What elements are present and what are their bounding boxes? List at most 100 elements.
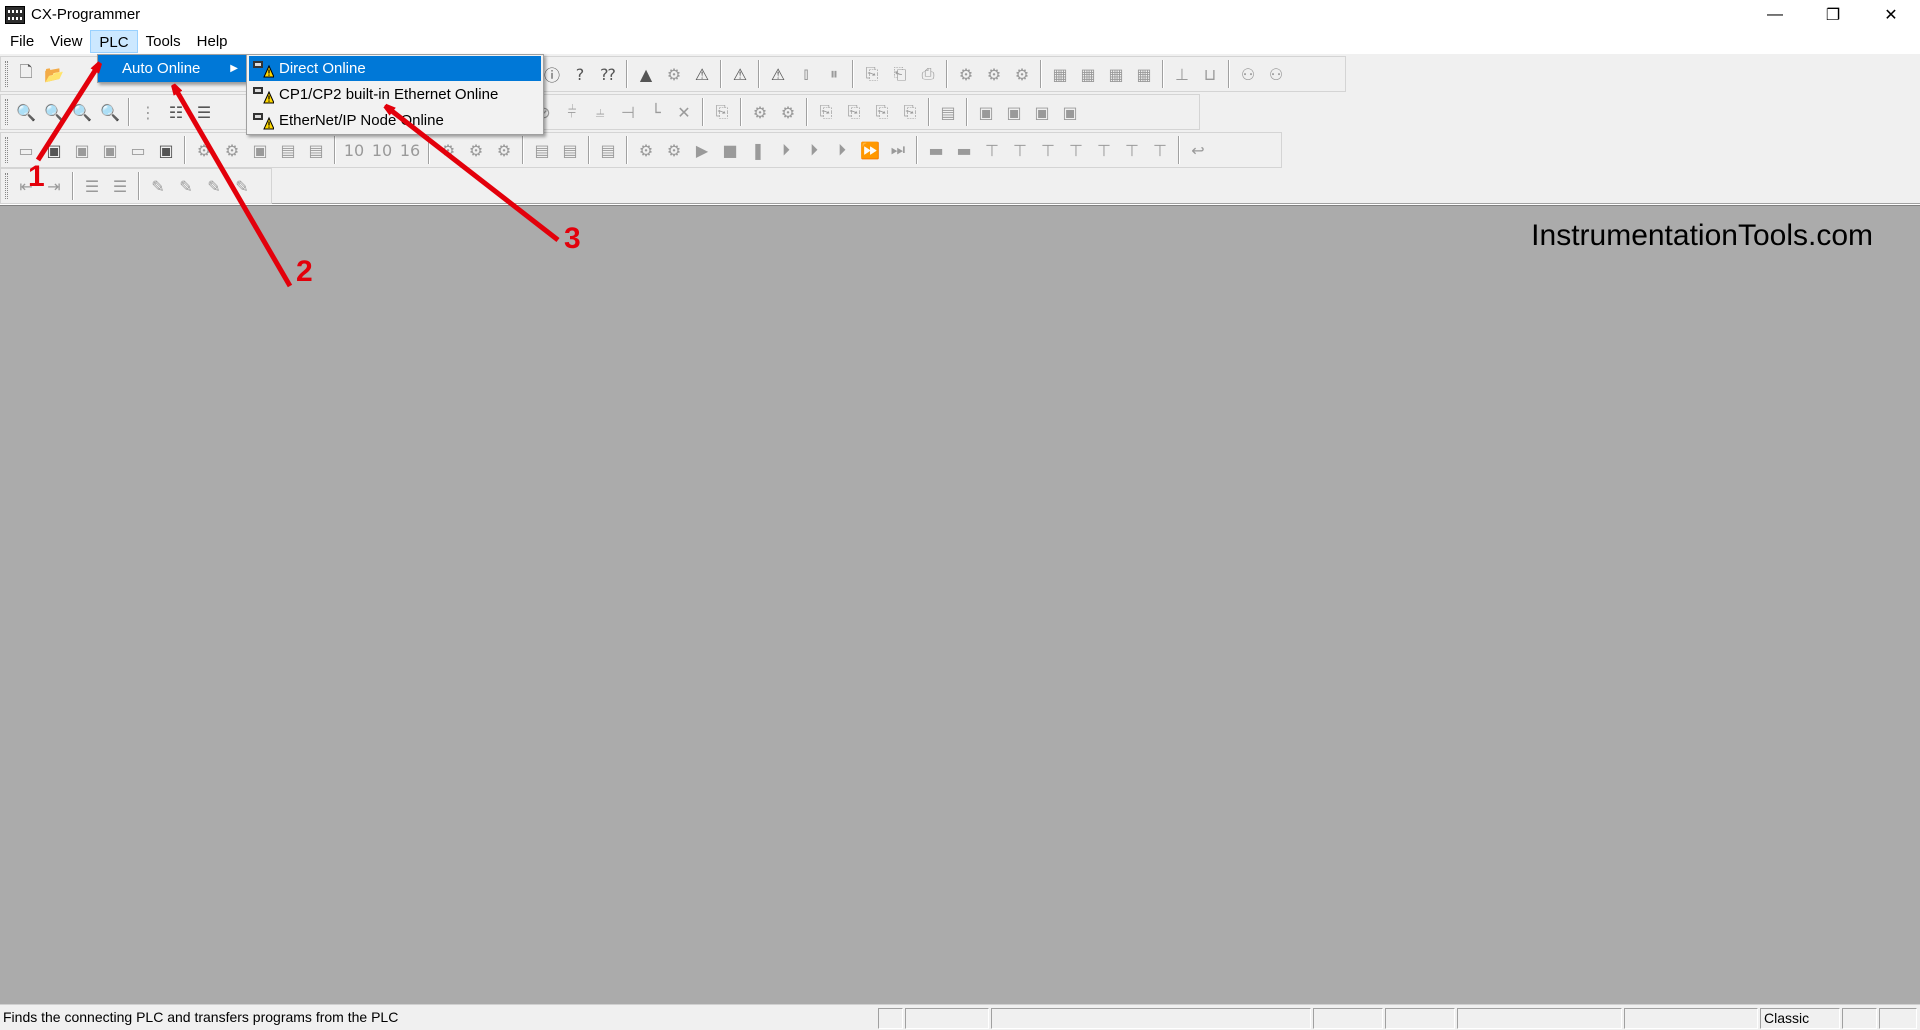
symbol-icon[interactable]: ▤ — [274, 136, 302, 164]
diff-icon[interactable]: ⚙ — [462, 136, 490, 164]
diff-icon[interactable]: ⚙ — [434, 136, 462, 164]
menu-item-cp1-cp2-ethernet-online[interactable]: CP1/CP2 built-in Ethernet Online — [249, 82, 541, 107]
step-into-icon[interactable]: ⏵ — [800, 136, 828, 164]
edit-icon[interactable]: ⎘ — [812, 98, 840, 126]
fast-forward-icon[interactable]: ⏩ — [856, 136, 884, 164]
bookmark-prev-icon[interactable]: ✎ — [200, 172, 228, 200]
block-icon[interactable]: ▬ — [922, 136, 950, 164]
cross-icon[interactable]: ✕ — [670, 98, 698, 126]
edit-icon[interactable]: ⎘ — [896, 98, 924, 126]
instruction-icon[interactable]: ⎘ — [708, 98, 736, 126]
watch-window-icon[interactable]: ▣ — [68, 136, 96, 164]
force-cancel-icon[interactable]: ⊔ — [1196, 60, 1224, 88]
list-icon[interactable]: ☰ — [190, 98, 218, 126]
contact-icon[interactable]: ⫩ — [558, 98, 586, 126]
bookmark-icon[interactable]: ✎ — [144, 172, 172, 200]
help-icon[interactable]: ? — [566, 60, 594, 88]
open-folder-icon[interactable]: 📂 — [40, 60, 68, 88]
network-icon[interactable]: ⚇ — [1262, 60, 1290, 88]
branch-icon[interactable]: ⊣ — [614, 98, 642, 126]
binary-icon[interactable]: 10 — [340, 136, 368, 164]
monitor-diff-icon[interactable]: ⚙ — [980, 60, 1008, 88]
simulation-icon[interactable]: ⚙ — [632, 136, 660, 164]
menu-item-direct-online[interactable]: Direct Online — [249, 56, 541, 81]
transfer-to-plc-icon[interactable]: ⎗ — [886, 60, 914, 88]
hex-icon[interactable]: 16 — [396, 136, 424, 164]
context-help-icon[interactable]: ⁇ — [594, 60, 622, 88]
minimize-button[interactable]: — — [1746, 0, 1804, 29]
toolbar-grip[interactable] — [5, 99, 8, 125]
table-icon[interactable]: ▦ — [1102, 60, 1130, 88]
memory-icon[interactable]: ▤ — [556, 136, 584, 164]
table-icon[interactable]: ▦ — [1074, 60, 1102, 88]
direct-online-toolbar-icon[interactable]: ⚠ — [726, 60, 754, 88]
symbol-icon[interactable]: ▣ — [246, 136, 274, 164]
block-icon[interactable]: ▬ — [950, 136, 978, 164]
compare-icon[interactable]: ⎙ — [914, 60, 942, 88]
symbol-icon[interactable]: ⚙ — [218, 136, 246, 164]
symbol-icon[interactable]: ⚙ — [190, 136, 218, 164]
comment-icon[interactable]: ☷ — [162, 98, 190, 126]
block-icon[interactable]: ⊤ — [1090, 136, 1118, 164]
monitor-stop-icon[interactable]: ⚙ — [1008, 60, 1036, 88]
return-icon[interactable]: ↩ — [1184, 136, 1212, 164]
menu-view[interactable]: View — [42, 30, 90, 53]
block-icon[interactable]: ⊤ — [978, 136, 1006, 164]
block-icon[interactable]: ⊤ — [1146, 136, 1174, 164]
window-icon[interactable]: ▣ — [1028, 98, 1056, 126]
menu-help[interactable]: Help — [189, 30, 236, 53]
window-icon[interactable]: ▣ — [1056, 98, 1084, 126]
transfer-icon[interactable]: ⎘ — [858, 60, 886, 88]
online-simulator-icon[interactable]: ⚙ — [660, 60, 688, 88]
align-icon[interactable]: ☰ — [78, 172, 106, 200]
menu-tools[interactable]: Tools — [138, 30, 189, 53]
play-icon[interactable]: ▶ — [688, 136, 716, 164]
monitor-icon[interactable]: ⚙ — [952, 60, 980, 88]
program-icon[interactable]: ▤ — [934, 98, 962, 126]
skip-icon[interactable]: ⏭ — [884, 136, 912, 164]
address-reference-icon[interactable]: ▣ — [96, 136, 124, 164]
properties-icon[interactable]: ▭ — [124, 136, 152, 164]
restore-button[interactable]: ❐ — [1804, 0, 1862, 29]
data-icon[interactable]: ⚙ — [746, 98, 774, 126]
table-icon[interactable]: ▦ — [1130, 60, 1158, 88]
new-file-icon[interactable]: 🗋 — [12, 60, 40, 88]
grid-icon[interactable]: ⋮ — [134, 98, 162, 126]
binary-icon[interactable]: 10 — [368, 136, 396, 164]
close-button[interactable]: ✕ — [1862, 0, 1920, 29]
window-icon[interactable]: ▣ — [972, 98, 1000, 126]
bookmark-clear-icon[interactable]: ✎ — [228, 172, 256, 200]
menu-file[interactable]: File — [2, 30, 42, 53]
symbol-icon[interactable]: ▤ — [302, 136, 330, 164]
edit-icon[interactable]: ⎘ — [840, 98, 868, 126]
force-icon[interactable]: ⊥ — [1168, 60, 1196, 88]
menu-item-ethernetip-node-online[interactable]: EtherNet/IP Node Online — [249, 108, 541, 133]
toolbar-grip[interactable] — [5, 61, 8, 87]
diff-icon[interactable]: ⚙ — [490, 136, 518, 164]
bookmark-next-icon[interactable]: ✎ — [172, 172, 200, 200]
zoom-icon[interactable]: 🔍 — [12, 98, 40, 126]
contact-closed-icon[interactable]: ⫨ — [586, 98, 614, 126]
auto-online-icon[interactable]: ⚠ — [688, 60, 716, 88]
memory-icon[interactable]: ▤ — [594, 136, 622, 164]
data-icon[interactable]: ⚙ — [774, 98, 802, 126]
menu-plc[interactable]: PLC — [90, 30, 138, 53]
stop-icon[interactable]: ■ — [716, 136, 744, 164]
network-icon[interactable]: ⚇ — [1234, 60, 1262, 88]
block-icon[interactable]: ⊤ — [1062, 136, 1090, 164]
tool-icon[interactable]: ⚠ — [764, 60, 792, 88]
table-icon[interactable]: ▦ — [1046, 60, 1074, 88]
simulation-icon[interactable]: ⚙ — [660, 136, 688, 164]
toolbar-grip[interactable] — [5, 173, 8, 199]
vertical-icon[interactable]: └ — [642, 98, 670, 126]
block-icon[interactable]: ⊤ — [1006, 136, 1034, 164]
step-out-icon[interactable]: ⏵ — [828, 136, 856, 164]
block-icon[interactable]: ⊤ — [1118, 136, 1146, 164]
window-icon[interactable]: ▣ — [1000, 98, 1028, 126]
pause-icon[interactable]: ⏸ — [820, 60, 848, 88]
pause-icon[interactable]: ❚ — [744, 136, 772, 164]
zoom-in-icon[interactable]: 🔍 — [40, 98, 68, 126]
menu-item-auto-online[interactable]: Auto Online ▶ — [98, 55, 246, 82]
cross-reference-icon[interactable]: ▣ — [152, 136, 180, 164]
zoom-fit-icon[interactable]: 🔍 — [68, 98, 96, 126]
